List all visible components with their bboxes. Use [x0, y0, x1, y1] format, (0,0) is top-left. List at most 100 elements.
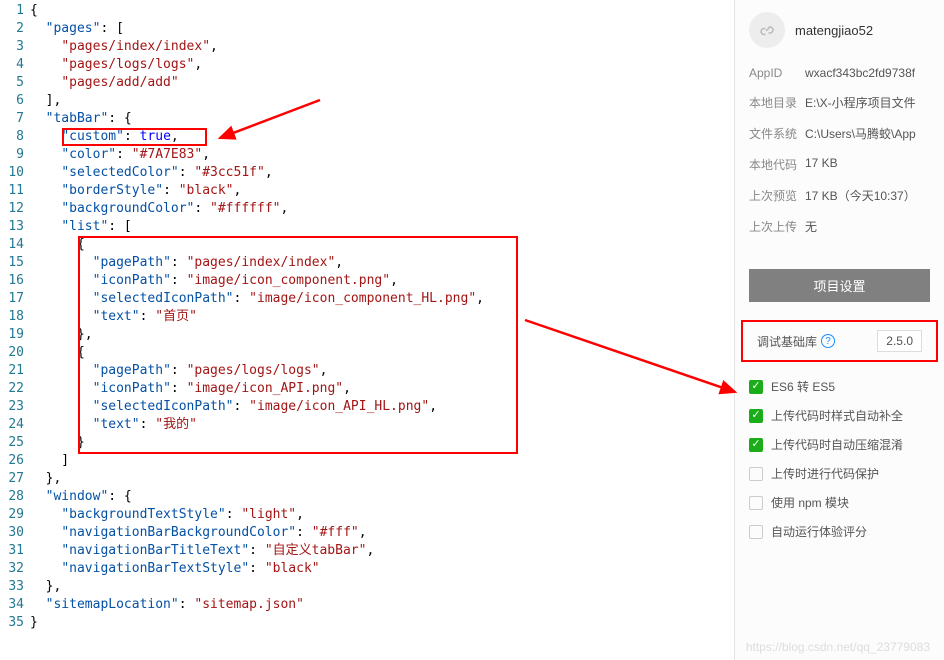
- code-line[interactable]: }: [30, 614, 734, 632]
- line-number: 2: [0, 20, 30, 38]
- code-line[interactable]: "selectedColor": "#3cc51f",: [30, 164, 734, 182]
- line-number: 33: [0, 578, 30, 596]
- info-label: 文件系统: [749, 125, 805, 142]
- line-number: 31: [0, 542, 30, 560]
- code-line[interactable]: "navigationBarBackgroundColor": "#fff",: [30, 524, 734, 542]
- checkbox[interactable]: [749, 438, 763, 452]
- code-line[interactable]: },: [30, 470, 734, 488]
- project-sidebar: matengjiao52 AppIDwxacf343bc2fd9738f本地目录…: [734, 0, 944, 660]
- info-value: 17 KB（今天10:37）: [805, 187, 916, 204]
- code-line[interactable]: "custom": true,: [30, 128, 734, 146]
- line-number: 21: [0, 362, 30, 380]
- code-line[interactable]: "color": "#7A7E83",: [30, 146, 734, 164]
- checkbox[interactable]: [749, 409, 763, 423]
- line-number: 17: [0, 290, 30, 308]
- debug-lib-row: 调试基础库 ? 2.5.0: [741, 320, 938, 362]
- code-line[interactable]: "selectedIconPath": "image/icon_API_HL.p…: [30, 398, 734, 416]
- checkbox-row[interactable]: 上传代码时样式自动补全: [749, 407, 930, 424]
- checkbox-label: 上传代码时自动压缩混淆: [771, 436, 903, 453]
- line-number: 18: [0, 308, 30, 326]
- code-line[interactable]: "backgroundTextStyle": "light",: [30, 506, 734, 524]
- code-line[interactable]: "pages/index/index",: [30, 38, 734, 56]
- checkbox-row[interactable]: 上传代码时自动压缩混淆: [749, 436, 930, 453]
- code-line[interactable]: "tabBar": {: [30, 110, 734, 128]
- line-number: 7: [0, 110, 30, 128]
- checkbox-row[interactable]: ES6 转 ES5: [749, 378, 930, 395]
- code-line[interactable]: "backgroundColor": "#ffffff",: [30, 200, 734, 218]
- username: matengjiao52: [795, 23, 873, 38]
- line-number: 32: [0, 560, 30, 578]
- line-number: 34: [0, 596, 30, 614]
- code-line[interactable]: ]: [30, 452, 734, 470]
- info-row: 本地目录E:\X-小程序项目文件: [749, 94, 930, 111]
- info-row: 上次预览17 KB（今天10:37）: [749, 187, 930, 204]
- code-line[interactable]: "iconPath": "image/icon_API.png",: [30, 380, 734, 398]
- options-checklist: ES6 转 ES5 上传代码时样式自动补全上传代码时自动压缩混淆上传时进行代码保护…: [735, 368, 944, 562]
- code-line[interactable]: "navigationBarTitleText": "自定义tabBar",: [30, 542, 734, 560]
- info-label: 上次上传: [749, 218, 805, 235]
- avatar: [749, 12, 785, 48]
- info-value: C:\Users\马腾蛟\App: [805, 125, 916, 142]
- line-number-gutter: 1234567891011121314151617181920212223242…: [0, 0, 30, 660]
- code-line[interactable]: },: [30, 578, 734, 596]
- code-line[interactable]: "pages/add/add": [30, 74, 734, 92]
- code-line[interactable]: "window": {: [30, 488, 734, 506]
- code-line[interactable]: "iconPath": "image/icon_component.png",: [30, 272, 734, 290]
- code-line[interactable]: "selectedIconPath": "image/icon_componen…: [30, 290, 734, 308]
- debug-lib-label: 调试基础库 ?: [757, 333, 835, 350]
- line-number: 14: [0, 236, 30, 254]
- info-value: wxacf343bc2fd9738f: [805, 66, 915, 80]
- line-number: 35: [0, 614, 30, 632]
- line-number: 24: [0, 416, 30, 434]
- code-line[interactable]: {: [30, 344, 734, 362]
- code-line[interactable]: {: [30, 2, 734, 20]
- line-number: 23: [0, 398, 30, 416]
- line-number: 29: [0, 506, 30, 524]
- code-line[interactable]: },: [30, 326, 734, 344]
- code-editor[interactable]: 1234567891011121314151617181920212223242…: [0, 0, 734, 660]
- line-number: 5: [0, 74, 30, 92]
- line-number: 6: [0, 92, 30, 110]
- checkbox-label: 上传代码时样式自动补全: [771, 407, 903, 424]
- code-line[interactable]: {: [30, 236, 734, 254]
- checkbox[interactable]: [749, 525, 763, 539]
- info-row: AppIDwxacf343bc2fd9738f: [749, 66, 930, 80]
- info-label: 上次预览: [749, 187, 805, 204]
- info-label: AppID: [749, 66, 805, 80]
- code-line[interactable]: "pages": [: [30, 20, 734, 38]
- checkbox-row[interactable]: 使用 npm 模块: [749, 494, 930, 511]
- checkbox[interactable]: [749, 496, 763, 510]
- checkbox[interactable]: [749, 380, 763, 394]
- code-line[interactable]: "pages/logs/logs",: [30, 56, 734, 74]
- code-line[interactable]: "text": "首页": [30, 308, 734, 326]
- info-label: 本地目录: [749, 94, 805, 111]
- line-number: 20: [0, 344, 30, 362]
- checkbox-row[interactable]: 上传时进行代码保护: [749, 465, 930, 482]
- line-number: 10: [0, 164, 30, 182]
- code-line[interactable]: "text": "我的": [30, 416, 734, 434]
- help-icon[interactable]: ?: [821, 334, 835, 348]
- line-number: 16: [0, 272, 30, 290]
- code-line[interactable]: }: [30, 434, 734, 452]
- code-line[interactable]: "sitemapLocation": "sitemap.json": [30, 596, 734, 614]
- info-value: 无: [805, 218, 817, 235]
- checkbox-row[interactable]: 自动运行体验评分: [749, 523, 930, 540]
- project-settings-button[interactable]: 项目设置: [749, 269, 930, 302]
- line-number: 11: [0, 182, 30, 200]
- checkbox[interactable]: [749, 467, 763, 481]
- code-line[interactable]: "list": [: [30, 218, 734, 236]
- info-row: 文件系统C:\Users\马腾蛟\App: [749, 125, 930, 142]
- checkbox-label: 使用 npm 模块: [771, 494, 849, 511]
- info-row: 本地代码17 KB: [749, 156, 930, 173]
- code-line[interactable]: "navigationBarTextStyle": "black": [30, 560, 734, 578]
- info-value: 17 KB: [805, 156, 838, 173]
- code-line[interactable]: "pagePath": "pages/index/index",: [30, 254, 734, 272]
- line-number: 22: [0, 380, 30, 398]
- line-number: 28: [0, 488, 30, 506]
- code-line[interactable]: "pagePath": "pages/logs/logs",: [30, 362, 734, 380]
- lib-version-select[interactable]: 2.5.0: [877, 330, 922, 352]
- watermark: https://blog.csdn.net/qq_23779083: [746, 640, 930, 654]
- code-line[interactable]: ],: [30, 92, 734, 110]
- code-line[interactable]: "borderStyle": "black",: [30, 182, 734, 200]
- code-content[interactable]: { "pages": [ "pages/index/index", "pages…: [30, 0, 734, 660]
